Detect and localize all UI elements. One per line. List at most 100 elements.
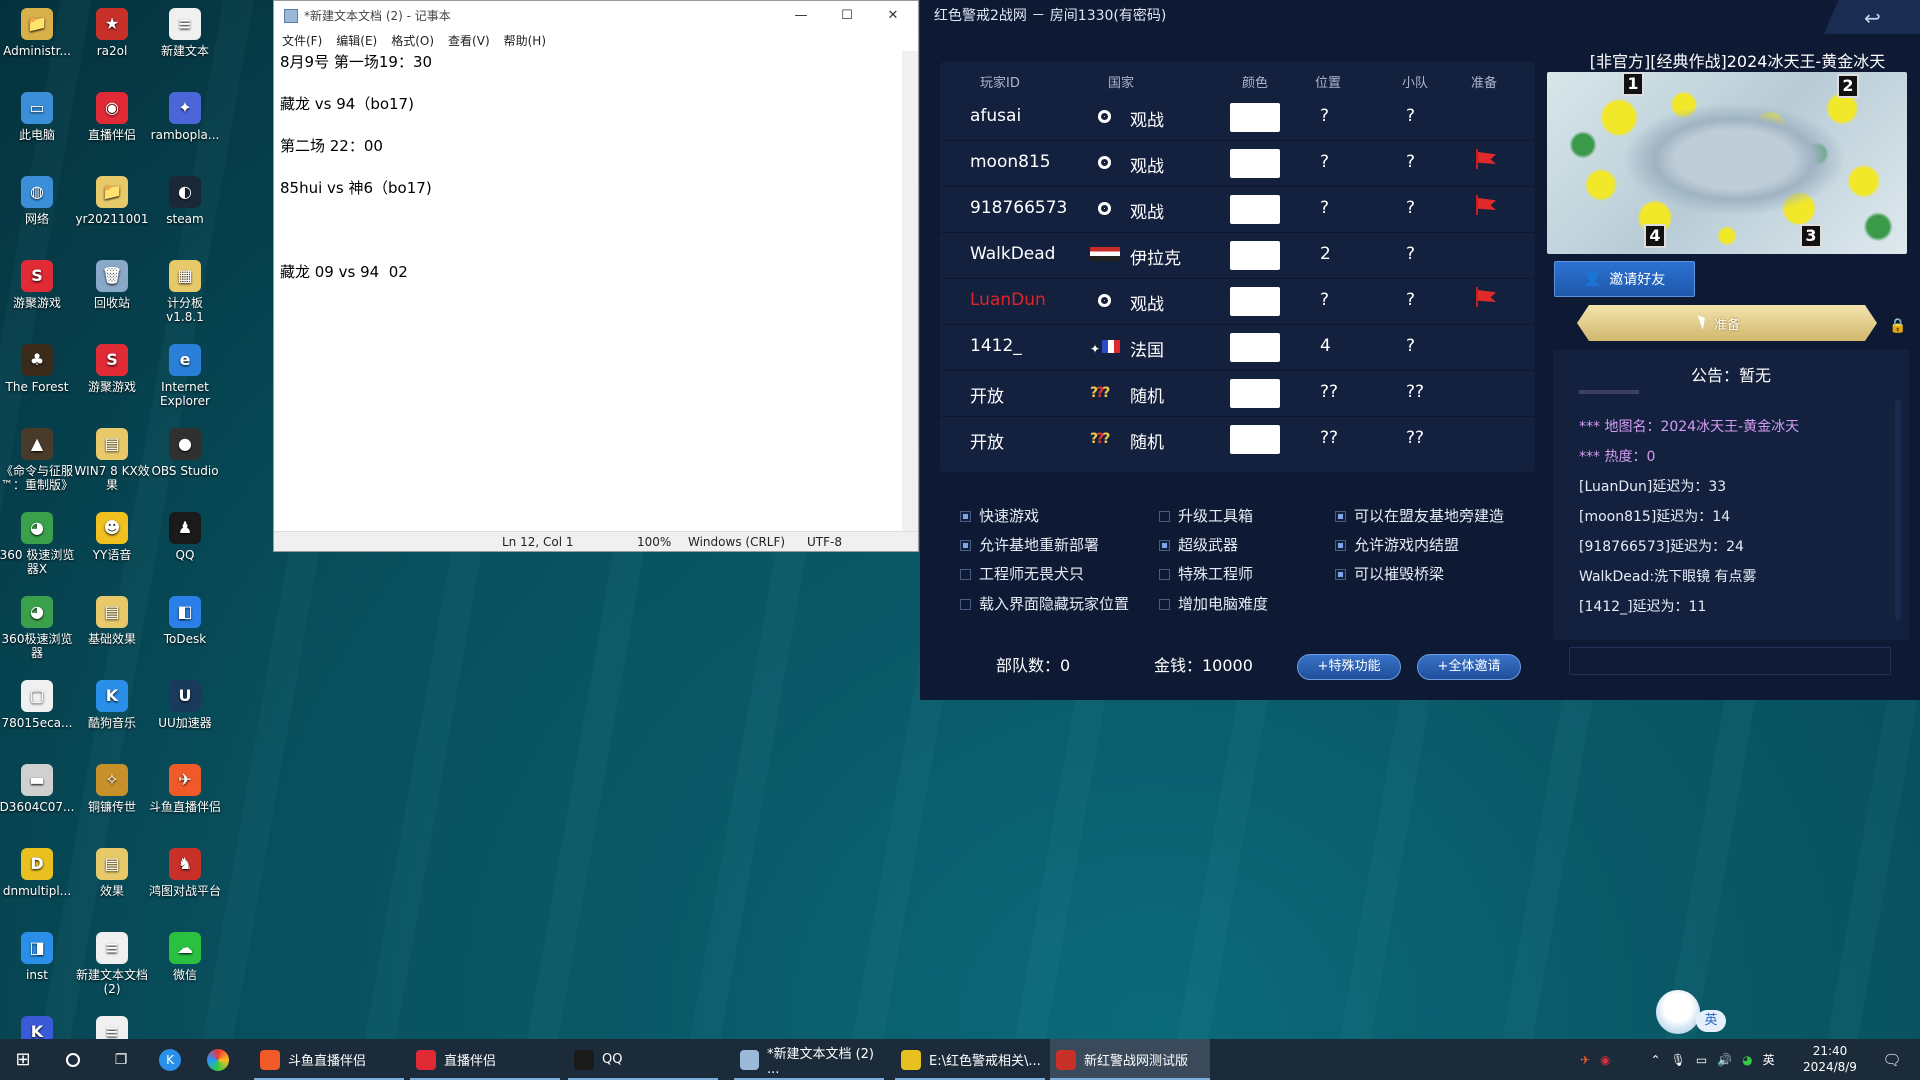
task-view-button[interactable]: ❐ (98, 1039, 144, 1080)
chat-scrollbar[interactable] (1895, 400, 1901, 620)
pinned-kugou[interactable]: K (150, 1039, 190, 1080)
option-checkbox[interactable] (1159, 599, 1170, 610)
player-row[interactable]: 918766573 观战?? (940, 187, 1535, 233)
desktop-icon[interactable]: ▭ 此电脑 (0, 92, 75, 142)
option-checkbox[interactable] (960, 540, 971, 551)
game-option[interactable]: 升级工具箱 (1159, 505, 1253, 526)
menu-item[interactable]: 格式(O) (391, 32, 434, 49)
notepad-window[interactable]: *新建文本文档 (2) - 记事本 — ☐ ✕ 文件(F) 编辑(E) 格式(O) 查… (273, 0, 919, 552)
desktop-icon[interactable]: ✦ rambopla... (149, 92, 221, 142)
game-option[interactable]: 增加电脑难度 (1159, 593, 1268, 614)
taskbar-app[interactable]: E:\红色警戒相关\... (895, 1039, 1045, 1080)
position-select[interactable]: ? (1320, 290, 1329, 310)
player-row[interactable]: 1412_ ✦ 法国 4? (940, 325, 1535, 371)
desktop-icon[interactable]: ◉ 直播伴侣 (74, 92, 150, 142)
player-row[interactable]: 开放??? 随机???? (940, 417, 1535, 463)
map-preview[interactable]: 1 2 4 3 (1547, 72, 1907, 254)
option-checkbox[interactable] (960, 511, 971, 522)
notepad-text-area[interactable]: 8月9号 第一场19：30 藏龙 vs 94（bo17) 第二场 22：00 8… (276, 51, 902, 531)
desktop-icon[interactable]: ▢ 78015eca... (0, 680, 75, 730)
option-checkbox[interactable] (1159, 540, 1170, 551)
desktop-icon[interactable]: ▤ 效果 (74, 848, 150, 898)
game-option[interactable]: 工程师无畏犬只 (960, 563, 1084, 584)
desktop-icon[interactable]: ≡ 新建文本文档 (2) (74, 932, 150, 996)
maximize-button[interactable]: ☐ (824, 1, 870, 30)
team-select[interactable]: ? (1406, 244, 1415, 264)
country-name[interactable]: 观战 (1130, 290, 1164, 315)
pinned-browser[interactable] (198, 1039, 238, 1080)
special-features-button[interactable]: +特殊功能 (1297, 654, 1401, 680)
game-option[interactable]: 可以摧毁桥梁 (1335, 563, 1444, 584)
menu-item[interactable]: 编辑(E) (336, 32, 377, 49)
option-checkbox[interactable] (1335, 511, 1346, 522)
desktop-icon[interactable]: ▬ D3604C07... (0, 764, 75, 814)
team-select[interactable]: ? (1406, 198, 1415, 218)
desktop-icon[interactable]: 📁 Administr... (0, 8, 75, 58)
close-button[interactable]: ✕ (870, 1, 916, 30)
player-row[interactable]: LuanDun 观战?? (940, 279, 1535, 325)
desktop-icon[interactable]: 🗑 回收站 (74, 260, 150, 310)
desktop-icon[interactable]: ☻ YY语音 (74, 512, 150, 562)
desktop-icon[interactable]: e Internet Explorer (149, 344, 221, 408)
player-row[interactable]: moon815 观战?? (940, 141, 1535, 187)
color-select[interactable] (1230, 425, 1280, 454)
game-option[interactable]: 可以在盟友基地旁建造 (1335, 505, 1504, 526)
desktop-icon[interactable]: ◍ 网络 (0, 176, 75, 226)
desktop-icon[interactable]: ✧ 铜镰传世 (74, 764, 150, 814)
menu-item[interactable]: 查看(V) (448, 32, 490, 49)
game-option[interactable]: 允许游戏内结盟 (1335, 534, 1459, 555)
ime-floating-widget[interactable]: 英 (1652, 990, 1732, 1036)
ready-button[interactable]: 准备 (1577, 305, 1877, 341)
notepad-scrollbar[interactable] (902, 51, 918, 531)
game-option[interactable]: 超级武器 (1159, 534, 1238, 555)
desktop-icon[interactable]: ✈ 斗鱼直播伴侣 (149, 764, 221, 814)
taskbar-app[interactable]: QQ (568, 1039, 718, 1080)
desktop-icon[interactable]: ▤ WIN7 8 KX效果 (74, 428, 150, 492)
desktop-icon[interactable]: ◧ ToDesk (149, 596, 221, 646)
team-select[interactable]: ?? (1406, 428, 1424, 448)
color-select[interactable] (1230, 287, 1280, 316)
country-name[interactable]: 观战 (1130, 152, 1164, 177)
desktop-icon[interactable]: ☁ 微信 (149, 932, 221, 982)
player-row[interactable]: WalkDead 伊拉克 2? (940, 233, 1535, 279)
ime-indicator[interactable]: 英 (1763, 1051, 1775, 1068)
taskbar-app[interactable]: *新建文本文档 (2) ... (734, 1039, 884, 1080)
desktop-icon[interactable]: ♟ QQ (149, 512, 221, 562)
country-name[interactable]: 观战 (1130, 198, 1164, 223)
team-select[interactable]: ? (1406, 290, 1415, 310)
chat-input[interactable] (1569, 647, 1891, 675)
game-option[interactable]: 允许基地重新部署 (960, 534, 1099, 555)
team-select[interactable]: ? (1406, 152, 1415, 172)
color-select[interactable] (1230, 333, 1280, 362)
option-checkbox[interactable] (960, 569, 971, 580)
color-select[interactable] (1230, 195, 1280, 224)
desktop-icon[interactable]: K 酷狗音乐 (74, 680, 150, 730)
option-checkbox[interactable] (1335, 540, 1346, 551)
notification-button[interactable]: 🗨 (1872, 1039, 1912, 1080)
game-lobby-window[interactable]: 红色警戒2战网 － 房间1330(有密码) ↩ 玩家ID 国家 颜色 位置 小队… (920, 0, 1920, 700)
color-select[interactable] (1230, 241, 1280, 270)
desktop-icon[interactable]: Ddnmultipl... (0, 848, 75, 898)
country-name[interactable]: 法国 (1130, 336, 1164, 361)
clock[interactable]: 21:40 2024/8/9 (1800, 1043, 1860, 1075)
desktop-icon[interactable]: ◐ steam (149, 176, 221, 226)
game-option[interactable]: 特殊工程师 (1159, 563, 1253, 584)
player-row[interactable]: afusai 观战?? (940, 95, 1535, 141)
minimize-button[interactable]: — (778, 1, 824, 30)
desktop-icon[interactable]: ♞ 鸿图对战平台 (149, 848, 221, 898)
invite-all-button[interactable]: +全体邀请 (1417, 654, 1521, 680)
desktop-icon[interactable]: S 游聚游戏 (74, 344, 150, 394)
option-checkbox[interactable] (960, 599, 971, 610)
color-select[interactable] (1230, 379, 1280, 408)
menu-item[interactable]: 文件(F) (282, 32, 322, 49)
desktop-icon[interactable]: ▦ 计分板v1.8.1 (149, 260, 221, 324)
position-select[interactable]: ? (1320, 106, 1329, 126)
desktop-icon[interactable]: ▲ 《命令与征服™：重制版》 (0, 428, 75, 492)
country-name[interactable]: 随机 (1130, 382, 1164, 407)
team-select[interactable]: ? (1406, 106, 1415, 126)
position-select[interactable]: 2 (1320, 244, 1331, 264)
desktop-icon[interactable]: 📁 yr20211001 (74, 176, 150, 226)
back-button[interactable]: ↩ (1824, 0, 1920, 34)
color-select[interactable] (1230, 103, 1280, 132)
system-tray[interactable]: ✈ ◉ ⌃ 🎙 ▭ 🔊 ◕ 英 (1580, 1039, 1775, 1080)
